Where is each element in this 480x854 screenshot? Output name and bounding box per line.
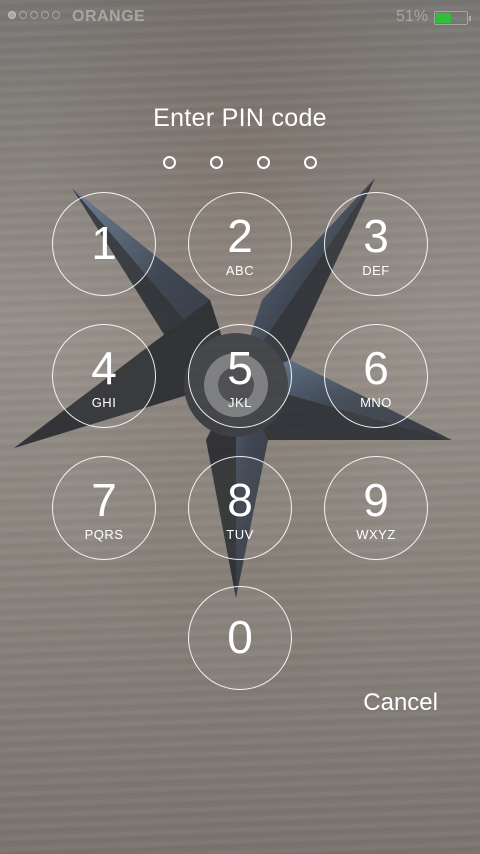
keypad-key-1[interactable]: 1 <box>52 192 156 296</box>
keypad-key-6[interactable]: 6 MNO <box>324 324 428 428</box>
lock-screen: ORANGE 51% Enter PIN code 1 2 ABC 3 DEF … <box>0 0 480 854</box>
battery-level <box>436 13 451 23</box>
key-digit: 6 <box>363 342 389 394</box>
key-digit: 2 <box>227 210 253 262</box>
key-digit: 7 <box>91 474 117 526</box>
key-letters: ABC <box>225 263 255 278</box>
keypad-key-2[interactable]: 2 ABC <box>188 192 292 296</box>
pin-dot-1 <box>163 156 176 169</box>
keypad-key-0[interactable]: 0 <box>188 586 292 690</box>
key-letters: WXYZ <box>356 527 396 542</box>
keypad-key-9[interactable]: 9 WXYZ <box>324 456 428 560</box>
key-digit: 3 <box>363 210 389 262</box>
battery-percent: 51% <box>395 8 428 25</box>
key-letters: JKL <box>228 395 252 410</box>
key-letters: MNO <box>360 395 392 410</box>
signal-strength-icon <box>8 11 60 19</box>
key-digit: 5 <box>227 342 253 394</box>
pin-dot-4 <box>304 156 317 169</box>
keypad-key-8[interactable]: 8 TUV <box>188 456 292 560</box>
cancel-button[interactable]: Cancel <box>363 689 438 717</box>
key-letters: TUV <box>226 527 254 542</box>
pin-prompt-title: Enter PIN code <box>153 104 327 132</box>
pin-dot-2 <box>210 156 223 169</box>
key-letters: DEF <box>362 263 390 278</box>
key-digit: 1 <box>91 217 117 269</box>
pin-indicator <box>0 156 480 169</box>
key-digit: 4 <box>91 342 117 394</box>
carrier-name: ORANGE <box>72 8 146 25</box>
key-digit: 8 <box>227 474 253 526</box>
key-letters: PQRS <box>84 527 124 542</box>
keypad-key-5[interactable]: 5 JKL <box>188 324 292 428</box>
battery-icon <box>434 11 471 25</box>
status-bar: ORANGE 51% <box>0 0 480 36</box>
key-digit: 9 <box>363 474 389 526</box>
keypad-key-4[interactable]: 4 GHI <box>52 324 156 428</box>
pin-dot-3 <box>257 156 270 169</box>
keypad-key-3[interactable]: 3 DEF <box>324 192 428 296</box>
key-digit: 0 <box>227 611 253 663</box>
keypad-key-7[interactable]: 7 PQRS <box>52 456 156 560</box>
key-letters: GHI <box>91 395 117 410</box>
